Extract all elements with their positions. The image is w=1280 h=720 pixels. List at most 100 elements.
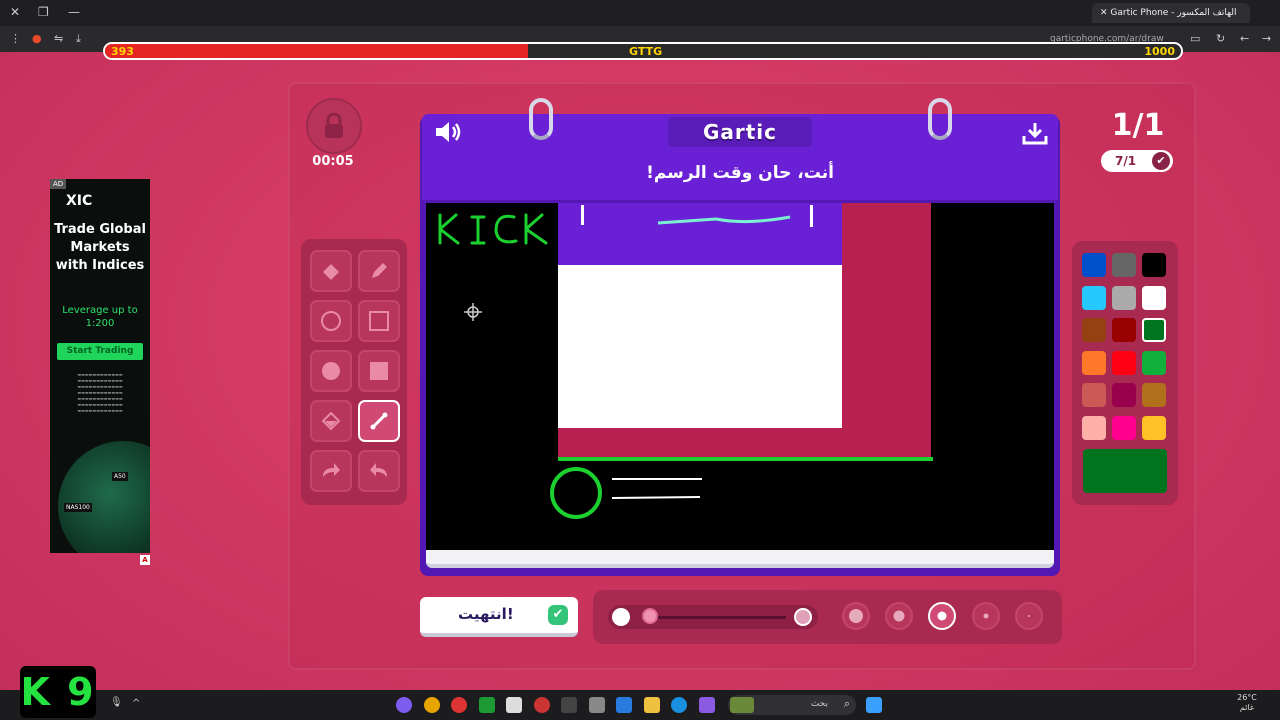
- chrome-icon[interactable]: [424, 697, 440, 713]
- ad-cta-button[interactable]: Start Trading: [57, 343, 143, 360]
- brush-size-4[interactable]: [885, 602, 913, 630]
- settings-icon[interactable]: [589, 697, 605, 713]
- download-drawing-button[interactable]: [1022, 121, 1048, 149]
- brush-size-1[interactable]: [1015, 602, 1043, 630]
- check-icon: ✔: [1152, 152, 1170, 170]
- round-counter: 1/1: [1111, 108, 1165, 143]
- browser-titlebar: ✕ ❐ — + ✕ Gartic Phone - الهاتف المكسور: [0, 0, 1280, 26]
- xbox-icon[interactable]: [479, 697, 495, 713]
- copilot-icon[interactable]: [699, 697, 715, 713]
- tool-redo[interactable]: [310, 450, 352, 492]
- pencil-icon: [372, 263, 387, 278]
- lock-button[interactable]: [306, 98, 362, 154]
- folder-icon[interactable]: [644, 697, 660, 713]
- chevron-up-icon[interactable]: ^: [132, 698, 140, 709]
- download-icon[interactable]: ⤓: [76, 32, 81, 46]
- done-button[interactable]: انتهيت! ✔: [420, 597, 578, 637]
- brush-size-2[interactable]: [972, 602, 1000, 630]
- ad-banner[interactable]: AD XIC Trade Global Markets with Indices…: [50, 179, 150, 553]
- bucket-icon: [321, 411, 341, 431]
- color-swatch[interactable]: [1112, 416, 1136, 440]
- windows-taskbar: [0, 690, 1280, 720]
- ad-tag-nas100: NAS100: [64, 503, 92, 512]
- color-swatch[interactable]: [1142, 286, 1166, 310]
- forward-icon[interactable]: ←: [1240, 32, 1249, 45]
- reload-icon[interactable]: ↻: [1216, 32, 1225, 45]
- app-icon[interactable]: [561, 697, 577, 713]
- search-placeholder: بحث: [810, 699, 828, 709]
- square-icon: [369, 311, 389, 331]
- tool-line[interactable]: [358, 400, 400, 442]
- drawing-canvas[interactable]: [426, 203, 1054, 550]
- restore-icon[interactable]: ❐: [38, 5, 49, 19]
- ad-subline: Leverage up to 1:200: [62, 305, 138, 329]
- tool-rectangle[interactable]: [358, 300, 400, 342]
- filled-circle-icon: [322, 362, 340, 380]
- color-swatch[interactable]: [1082, 351, 1106, 375]
- color-swatch[interactable]: [1142, 351, 1166, 375]
- cast-icon[interactable]: ▭: [1190, 32, 1200, 45]
- tool-filled-ellipse[interactable]: [310, 350, 352, 392]
- ad-brand-logo: XIC: [66, 193, 93, 209]
- color-swatch[interactable]: [1142, 383, 1166, 407]
- color-swatch[interactable]: [1082, 286, 1106, 310]
- color-swatch-selected[interactable]: [1142, 318, 1166, 342]
- app-icon[interactable]: [534, 697, 550, 713]
- tune-icon[interactable]: ⇋: [54, 32, 63, 45]
- timer: 00:05: [312, 154, 354, 169]
- ad-badge: AD: [50, 179, 67, 189]
- done-button-label: انتهيت!: [458, 605, 514, 623]
- circle-icon: [321, 311, 341, 331]
- color-swatch[interactable]: [1112, 253, 1136, 277]
- weather-temp: 26°C: [1237, 693, 1257, 702]
- search-highlight-image: [730, 697, 754, 713]
- tab-close-icon[interactable]: ✕: [1100, 8, 1110, 18]
- back-icon[interactable]: →: [1262, 32, 1271, 45]
- opacity-slider[interactable]: [608, 605, 818, 629]
- color-swatch[interactable]: [1112, 318, 1136, 342]
- tab-title: Gartic Phone - الهاتف المكسور: [1110, 8, 1237, 18]
- menu-icon[interactable]: ⋮: [10, 32, 21, 45]
- brush-size-5[interactable]: [842, 602, 870, 630]
- color-swatch[interactable]: [1142, 253, 1166, 277]
- app-icon[interactable]: [451, 697, 467, 713]
- ad-fine-print: ▬▬▬▬▬▬▬▬▬▬▬▬ ▬▬▬▬▬▬▬▬▬▬▬▬ ▬▬▬▬▬▬▬▬▬▬▬▬ ▬…: [77, 372, 123, 413]
- opacity-min-icon: [612, 608, 630, 626]
- tool-eraser[interactable]: [310, 250, 352, 292]
- color-swatch[interactable]: [1142, 416, 1166, 440]
- discord-icon[interactable]: [396, 697, 412, 713]
- tool-undo[interactable]: [358, 450, 400, 492]
- opacity-slider-handle[interactable]: [642, 608, 658, 624]
- minimize-icon[interactable]: —: [68, 5, 80, 19]
- mail-icon[interactable]: [616, 697, 632, 713]
- tool-fill-bucket[interactable]: [310, 400, 352, 442]
- crosshair-cursor: [464, 303, 482, 321]
- color-swatch[interactable]: [1112, 383, 1136, 407]
- redo-icon: [323, 463, 340, 477]
- edge-icon[interactable]: [671, 697, 687, 713]
- app-icon[interactable]: [506, 697, 522, 713]
- color-swatch[interactable]: [1112, 351, 1136, 375]
- binder-ring: [928, 98, 952, 140]
- browser-tab[interactable]: ✕ Gartic Phone - الهاتف المكسور: [1092, 3, 1250, 23]
- close-icon[interactable]: ✕: [10, 5, 20, 19]
- extension-icon[interactable]: ●: [32, 32, 42, 45]
- sound-button[interactable]: [434, 120, 462, 148]
- color-swatch[interactable]: [1082, 318, 1106, 342]
- taskbar-search[interactable]: بحث ⌕: [728, 695, 856, 715]
- adchoices-icon[interactable]: A: [140, 555, 150, 565]
- mic-icon[interactable]: 🎙: [110, 697, 123, 708]
- streamer-logo-text: K 9: [20, 670, 96, 714]
- color-swatch[interactable]: [1112, 286, 1136, 310]
- windows-start-icon[interactable]: [866, 697, 882, 713]
- brush-size-3[interactable]: [928, 602, 956, 630]
- tool-ellipse[interactable]: [310, 300, 352, 342]
- weather-widget[interactable]: 26°C غائم: [1222, 693, 1272, 713]
- tool-filled-rectangle[interactable]: [358, 350, 400, 392]
- weather-desc: غائم: [1239, 703, 1255, 712]
- tool-pencil[interactable]: [358, 250, 400, 292]
- color-swatch[interactable]: [1082, 383, 1106, 407]
- current-color-preview: [1083, 449, 1167, 493]
- color-swatch[interactable]: [1082, 253, 1106, 277]
- color-swatch[interactable]: [1082, 416, 1106, 440]
